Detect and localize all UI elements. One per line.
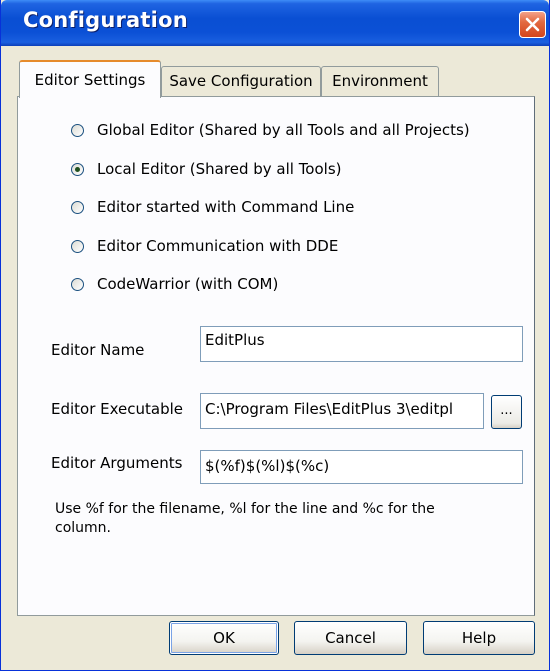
cancel-button[interactable]: Cancel bbox=[294, 621, 407, 655]
editor-executable-input[interactable]: C:\Program Files\EditPlus 3\editpl bbox=[200, 393, 484, 429]
window-title: Configuration bbox=[23, 8, 188, 32]
radio-label: Local Editor (Shared by all Tools) bbox=[97, 160, 342, 178]
radio-button[interactable] bbox=[71, 240, 84, 253]
help-button[interactable]: Help bbox=[423, 621, 535, 655]
radio-label: Editor started with Command Line bbox=[97, 198, 355, 216]
editor-arguments-input[interactable]: $(%f)$(%l)$(%c) bbox=[200, 450, 523, 484]
help-text: Use %f for the filename, %l for the line… bbox=[55, 501, 435, 536]
radio-button-selected[interactable] bbox=[71, 163, 84, 176]
tab-environment-label: Environment bbox=[332, 72, 428, 90]
editor-name-input[interactable]: EditPlus bbox=[200, 326, 523, 362]
close-button[interactable] bbox=[519, 11, 546, 38]
radio-button[interactable] bbox=[71, 278, 84, 291]
radio-label: CodeWarrior (with COM) bbox=[97, 275, 279, 293]
radio-label: Editor Communication with DDE bbox=[97, 237, 339, 255]
radio-button[interactable] bbox=[71, 124, 84, 137]
editor-name-label: Editor Name bbox=[51, 341, 145, 359]
close-icon bbox=[525, 17, 540, 32]
tab-save-configuration-label: Save Configuration bbox=[169, 72, 313, 90]
tab-editor-settings[interactable]: Editor Settings bbox=[19, 60, 161, 98]
browse-button[interactable]: ... bbox=[491, 395, 522, 429]
radio-label: Global Editor (Shared by all Tools and a… bbox=[97, 121, 470, 139]
ok-button[interactable]: OK bbox=[169, 621, 279, 655]
tab-save-configuration[interactable]: Save Configuration bbox=[161, 66, 321, 97]
radio-button[interactable] bbox=[71, 201, 84, 214]
configuration-dialog: Configuration Editor Settings Save Confi… bbox=[0, 0, 550, 671]
editor-executable-label: Editor Executable bbox=[51, 400, 184, 418]
tab-editor-settings-label: Editor Settings bbox=[34, 71, 146, 89]
tab-environment[interactable]: Environment bbox=[321, 66, 439, 97]
title-bar[interactable]: Configuration bbox=[1, 0, 549, 46]
editor-arguments-label: Editor Arguments bbox=[51, 454, 183, 472]
